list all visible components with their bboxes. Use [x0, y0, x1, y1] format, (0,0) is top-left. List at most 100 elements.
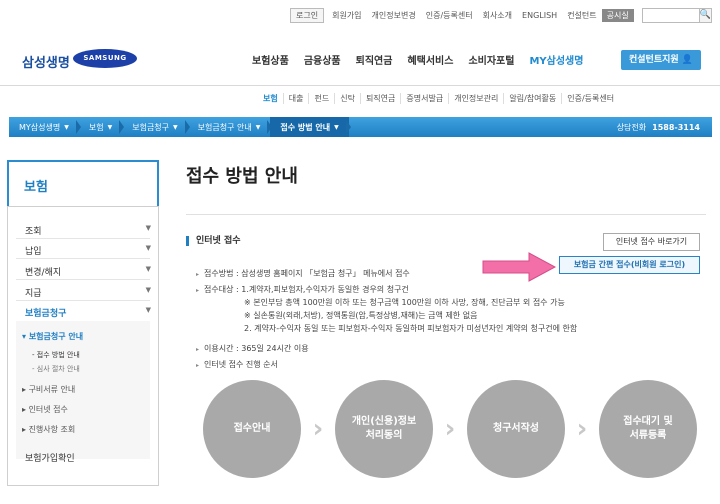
section-title: 인터넷 접수: [186, 236, 241, 246]
lnb-item-claim[interactable]: 보험금청구 ▼: [25, 306, 151, 319]
note-line-2: ※ 실손통원(외래,처방), 정액통원(암,특정상병,재해)는 금액 제한 없음: [244, 311, 478, 320]
chevron-down-icon: ▼: [145, 224, 151, 232]
chevron-down-icon: ▼: [334, 123, 339, 131]
internet-claim-shortcut-button[interactable]: 인터넷 접수 바로가기: [603, 233, 700, 251]
gnb-my[interactable]: MY삼성생명: [529, 52, 583, 67]
chevron-right-icon: ›: [444, 414, 456, 444]
lnb-label: 보험가입확인: [25, 454, 75, 464]
subnav-notice[interactable]: 알림/참여활동: [503, 93, 561, 104]
profile-link[interactable]: 개인정보변경: [367, 10, 421, 21]
lnb-item-payout[interactable]: 지급 ▼: [25, 286, 151, 299]
lnb-sub-documents[interactable]: ▸ 구비서류 안내: [22, 384, 75, 395]
bullet-icon: ▸: [196, 346, 200, 353]
lnb-sub-internet[interactable]: ▸ 인터넷 접수: [22, 404, 68, 415]
cert-center-link[interactable]: 인증/등록센터: [421, 10, 478, 21]
crumb-label: 보험: [88, 122, 104, 132]
lnb-sub2-review[interactable]: - 심사 절차 안내: [32, 364, 80, 374]
logo[interactable]: 삼성생명: [22, 52, 70, 71]
gnb-consumer[interactable]: 소비자포털: [468, 52, 514, 67]
divider: [16, 258, 150, 259]
chevron-down-icon: ▼: [64, 123, 69, 131]
consultant-link[interactable]: 컨설턴트: [562, 10, 601, 21]
lnb-item-payment[interactable]: 납입 ▼: [25, 244, 151, 257]
crumb-claim[interactable]: 보험금청구 ▼: [122, 117, 191, 137]
phone-label: 상담전화: [616, 122, 647, 132]
order-line: ▸ 인터넷 접수 진행 순서: [196, 359, 278, 370]
step-4: 접수대기 및 서류등록: [599, 380, 697, 478]
line-text: 인터넷 접수 진행 순서: [204, 360, 278, 369]
gnb-insurance[interactable]: 보험상품: [252, 52, 289, 67]
company-link[interactable]: 회사소개: [478, 10, 517, 21]
consultant-support-button[interactable]: 컨설턴트지원 👤: [621, 50, 701, 70]
crumb-label: 보험금청구: [132, 122, 170, 132]
left-nav: 조회 ▼ 납입 ▼ 변경/해지 ▼ 지급 ▼ 보험금청구 ▼ ▾ 보험금청구 안내 - 접…: [7, 206, 159, 486]
chevron-right-icon: ›: [312, 414, 324, 444]
login-link[interactable]: 로그인: [290, 7, 325, 23]
subnav-insurance[interactable]: 보험: [258, 93, 283, 104]
gnb-benefit[interactable]: 혜택서비스: [407, 52, 453, 67]
subnav-cert[interactable]: 인증/등록센터: [561, 93, 619, 104]
gnb-finance[interactable]: 금융상품: [304, 52, 341, 67]
lnb-sub-label: 진행사항 조회: [28, 425, 76, 434]
step-1: 접수안내: [203, 380, 301, 478]
lnb-sub-progress[interactable]: ▸ 진행사항 조회: [22, 424, 75, 435]
lnb-item-subscription[interactable]: 보험가입확인: [25, 451, 151, 464]
line-text: 접수방법 : 삼성생명 홈페이지 「보험금 청구」 메뉴에서 접수: [204, 269, 410, 278]
subnav-trust[interactable]: 신탁: [334, 93, 360, 104]
lnb-label: 보험금청구: [25, 309, 67, 319]
lnb-sub-label: 심사 절차 안내: [36, 365, 80, 373]
english-link[interactable]: ENGLISH: [517, 11, 562, 20]
line-text: 접수대상 : 1.계약자,피보험자,수익자가 동일한 경우의 청구건: [204, 285, 409, 294]
join-link[interactable]: 회원가입: [327, 10, 366, 21]
chevron-down-icon: ▼: [145, 306, 151, 314]
breadcrumb: MY삼성생명 ▼ 보험 ▼ 보험금청구 ▼ 보험금청구 안내 ▼ 접수 방법 안내 ▼ 상…: [9, 117, 712, 137]
gnb-pension[interactable]: 퇴직연금: [356, 52, 393, 67]
utility-bar: 로그인 회원가입 개인정보변경 인증/등록센터 회사소개 ENGLISH 컨설턴…: [290, 7, 712, 23]
pink-arrow-icon: [482, 252, 557, 282]
step-3: 청구서작성: [467, 380, 565, 478]
simple-claim-button[interactable]: 보험금 간편 접수(비회원 로그인): [559, 256, 700, 274]
chevron-down-icon: ▼: [145, 286, 151, 294]
lnb-label: 지급: [25, 289, 42, 299]
subnav-privacy[interactable]: 개인정보관리: [448, 93, 503, 104]
chevron-down-icon: ▼: [107, 123, 113, 131]
divider: [16, 238, 150, 239]
divider: [16, 300, 150, 301]
lnb-label: 조회: [25, 227, 42, 237]
lnb-sub-label: 접수 방법 안내: [36, 351, 80, 359]
step-2: 개인(신용)정보 처리동의: [335, 380, 433, 478]
lnb-sub2-method[interactable]: - 접수 방법 안내: [32, 350, 80, 360]
crumb-insurance[interactable]: 보험 ▼: [79, 117, 125, 137]
crumb-label: 보험금청구 안내: [197, 122, 252, 132]
lnb-item-change[interactable]: 변경/해지 ▼: [25, 265, 151, 278]
search-icon[interactable]: 🔍: [699, 7, 712, 23]
disclosure-link[interactable]: 공시실: [601, 8, 634, 22]
bullet-icon: ▸: [196, 287, 200, 294]
note-line-1: ※ 본인부담 총액 100만원 이하 또는 청구금액 100만원 이하 사망, …: [244, 298, 565, 307]
lnb-sub-claim-guide[interactable]: ▾ 보험금청구 안내: [22, 331, 83, 342]
target-line: ▸ 접수대상 : 1.계약자,피보험자,수익자가 동일한 경우의 청구건: [196, 284, 409, 295]
process-steps: 접수안내 › 개인(신용)정보 처리동의 › 청구서작성 › 접수대기 및 서류…: [203, 380, 697, 478]
subnav-loan[interactable]: 대출: [282, 93, 309, 104]
lnb-header: 보험: [7, 160, 159, 208]
lnb-item-inquiry[interactable]: 조회 ▼: [25, 224, 151, 237]
method-line: ▸ 접수방법 : 삼성생명 홈페이지 「보험금 청구」 메뉴에서 접수: [196, 268, 410, 279]
page-title: 접수 방법 안내: [186, 166, 298, 187]
subnav-certificate[interactable]: 증명서발급: [400, 93, 448, 104]
chevron-down-icon: ▼: [145, 244, 151, 252]
crumb-current[interactable]: 접수 방법 안내 ▼: [270, 117, 352, 137]
search-input[interactable]: [641, 7, 700, 23]
lnb-sub-label: 구비서류 안내: [28, 385, 76, 394]
crumb-label: 접수 방법 안내: [280, 122, 331, 132]
chevron-right-icon: ›: [576, 414, 588, 444]
bullet-icon: ▸: [196, 362, 200, 369]
crumb-claim-guide[interactable]: 보험금청구 안내 ▼: [188, 117, 273, 137]
subnav-pension[interactable]: 퇴직연금: [359, 93, 400, 104]
crumb-my[interactable]: MY삼성생명 ▼: [9, 117, 81, 137]
subnav-fund[interactable]: 펀드: [308, 93, 334, 104]
lnb-sub-label: 인터넷 접수: [28, 405, 68, 414]
global-nav: 보험상품 금융상품 퇴직연금 혜택서비스 소비자포털 MY삼성생명: [252, 52, 598, 67]
chevron-down-icon: ▼: [173, 123, 178, 131]
line-text: 이용시간 : 365일 24시간 이용: [204, 344, 309, 353]
lnb-label: 변경/해지: [25, 268, 62, 278]
